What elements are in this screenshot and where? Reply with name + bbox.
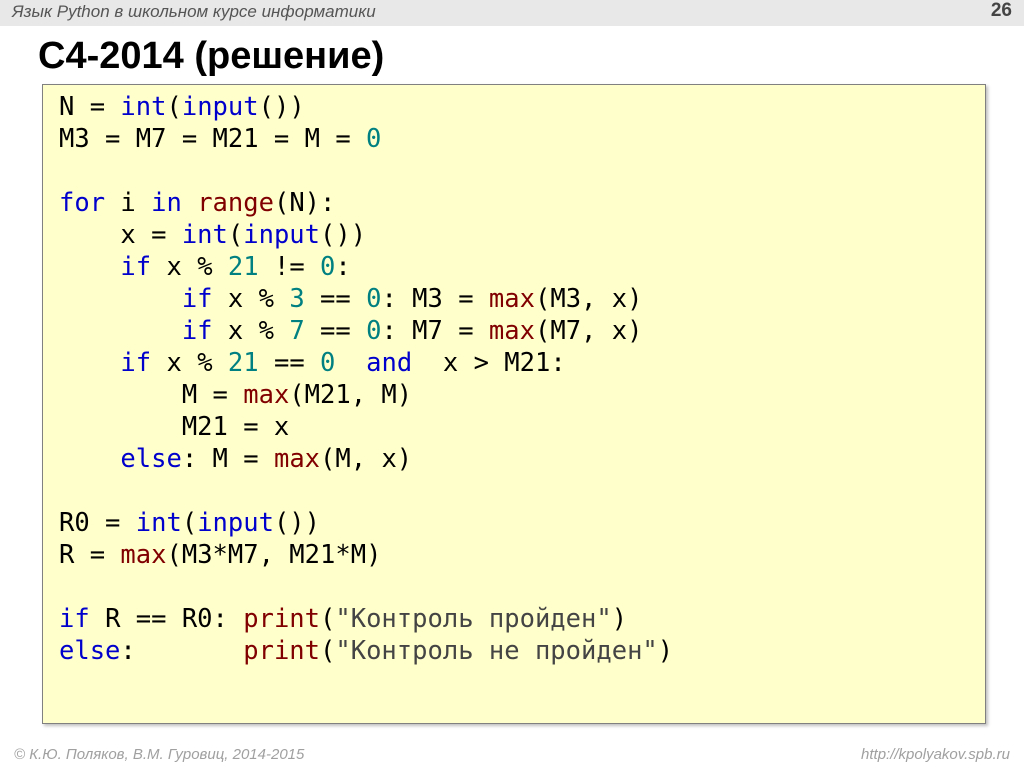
slide: Язык Python в школьном курсе информатики… — [0, 0, 1024, 767]
footer-copyright: © К.Ю. Поляков, В.М. Гуровиц, 2014-2015 — [14, 746, 304, 763]
code-block: N = int(input()) M3 = M7 = M21 = M = 0 f… — [42, 84, 986, 724]
header-bar: Язык Python в школьном курсе информатики… — [0, 0, 1024, 26]
page-number: 26 — [991, 0, 1012, 22]
footer-url: http://kpolyakov.spb.ru — [861, 746, 1010, 763]
code-content: N = int(input()) M3 = M7 = M21 = M = 0 f… — [59, 91, 969, 667]
header-subject: Язык Python в школьном курсе информатики — [12, 2, 376, 22]
slide-title: С4-2014 (решение) — [38, 35, 384, 78]
footer-bar: © К.Ю. Поляков, В.М. Гуровиц, 2014-2015 … — [0, 745, 1024, 767]
